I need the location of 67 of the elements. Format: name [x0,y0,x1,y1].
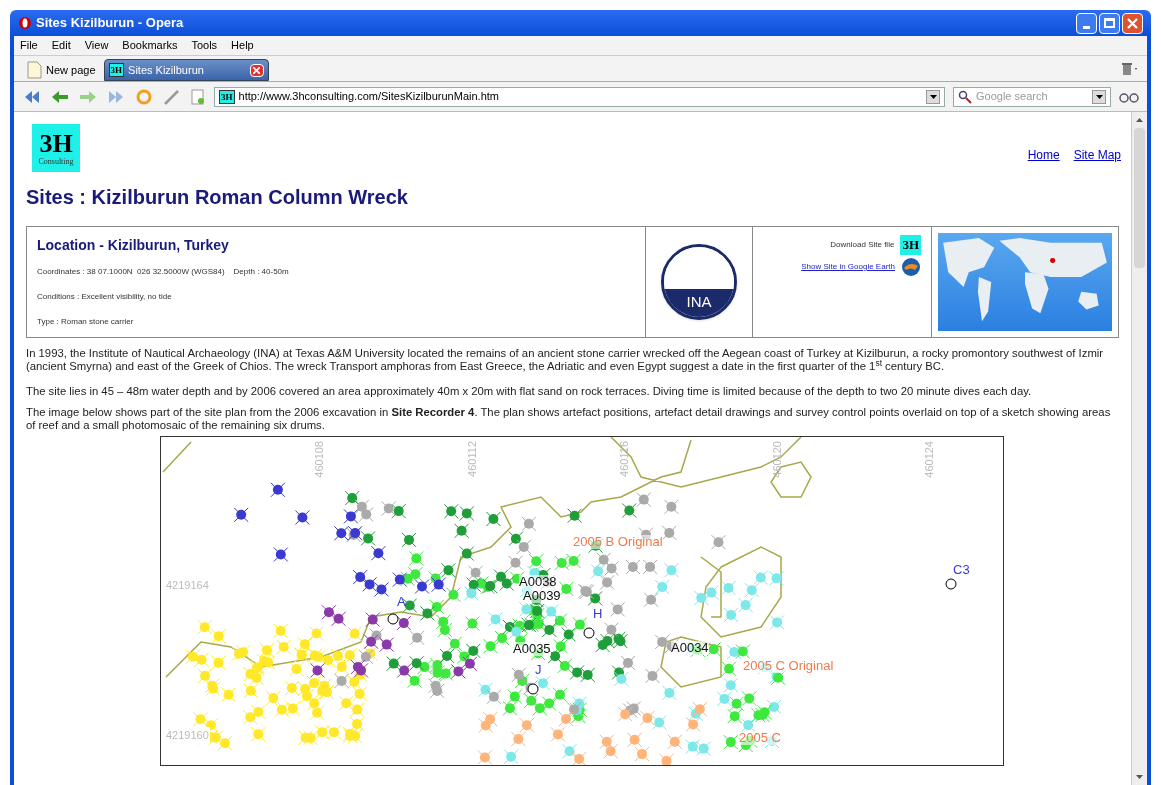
grid-label: 460112 [465,441,479,477]
plan-label: 2005 C Original [743,659,834,673]
opera-logo-icon [18,16,32,30]
nav-link[interactable]: Site Map [1073,146,1121,164]
menu-item[interactable]: Edit [49,37,73,54]
close-icon [253,66,261,74]
maximize-button[interactable] [1099,12,1120,34]
plan-label: 2005 B Original [573,535,663,549]
url-text: http://www.3hconsulting.com/SitesKizilburunMain.htm [238,89,499,105]
scrollbar-thumb[interactable] [1134,128,1145,268]
search-icon [958,89,972,104]
menu-item[interactable]: Help [229,37,256,54]
plan-label: C3 [953,563,970,577]
plan-label: J [535,663,542,677]
search-field[interactable]: Google search [976,88,1088,105]
plan-label: A0035 [513,642,551,656]
caret-icon [1095,94,1103,99]
site-favicon: 3H [219,89,235,104]
plan-label: H [593,607,603,621]
plan-label: 2005 C [739,731,781,745]
scroll-up-icon[interactable] [1136,118,1143,122]
dropdown-button[interactable] [1092,89,1106,104]
plan-label: A0038 [519,575,557,589]
page-icon [26,61,42,79]
tab[interactable]: New page [22,59,100,81]
grid-label: 460124 [922,441,936,478]
paragraph: The image below shows part of the site plan from the 2006 excavation in Site Recorder 4. The plan shows artefact positions, artefact detail drawings and survey control points overlaid on top of a sketch showing areas of reef and a small photomosaic of the remaining six drums. [26,406,1112,432]
info-text: Type : Roman stone carrier [37,316,135,328]
ina-logo: INA [661,244,737,320]
plan-label: A [397,595,406,609]
close-button[interactable] [1122,12,1143,34]
info-text: Coordinates : 38 07.1000N 026 32.5000W (WGS84) Depth : 40-50m [37,266,290,278]
window-title: Sites Kizilburun - Opera [36,14,184,33]
company-logo[interactable]: 3H Consulting [32,124,80,172]
trash-icon[interactable] [1121,62,1139,76]
location-heading: Location - Kizilburun, Turkey [37,236,230,255]
menu-item[interactable]: File [18,37,40,54]
grid-label: 460108 [312,441,326,478]
menu-item[interactable]: Bookmarks [120,37,180,54]
paragraph: The site lies in 45 – 48m water depth and by 2006 covered an area approximately 40m x 20m with flat sand on rock terraces. Diving time is limited because of the depth to two 20 minute dives each day. [26,385,1033,398]
search-box[interactable]: Google search [953,86,1111,107]
menu-item[interactable]: View [82,37,111,54]
page-title: Sites : Kizilburun Roman Column Wreck [26,185,409,210]
menu-item[interactable]: Tools [189,37,220,54]
scroll-down-icon[interactable] [1136,775,1143,779]
paragraph: In 1993, the Institute of Nautical Archaeology (INA) at Texas A&M University located the remains of an ancient stone carrier wrecked off the Aegean coast of Turkey at Kizilburun, a rocky promontory southwest of Izmir (ancient Smyrna) and east of the Greek of Chios. The wreck Transport amphoras from East Greece, the Adriatic and even Egypt suggest a date in the first quarter of the 1$^{st}$ century BC. [26,347,1105,373]
nav-link[interactable]: Home [1027,146,1060,164]
site-favicon: 3H [108,63,125,77]
grid-label: 4219160 [165,727,210,744]
address-field[interactable]: 3H http://www.3hconsulting.com/SitesKizilburunMain.htm [214,86,945,107]
caret-icon [929,94,937,99]
scrollbar[interactable] [1131,112,1147,785]
globe-icon[interactable] [901,257,921,277]
download-label: Download Site file [830,239,895,251]
info-text: Conditions : Excellent visibility, no tide [37,291,173,303]
plan-label: A0039 [523,589,561,603]
grid-label: 460120 [770,441,784,478]
close-icon [1127,17,1138,29]
download-icon[interactable]: 3H [900,235,921,255]
pen-icon[interactable] [162,87,182,106]
tab-close-button[interactable] [249,63,264,77]
grid-label: 460116 [617,441,631,477]
minimize-button[interactable] [1076,12,1097,34]
dropdown-button[interactable] [926,89,940,104]
tab[interactable]: 3H Sites Kizilburun [103,59,269,81]
plan-label: A0034 [671,641,709,655]
google-earth-link[interactable]: Show Site in Google Earth [801,261,895,273]
